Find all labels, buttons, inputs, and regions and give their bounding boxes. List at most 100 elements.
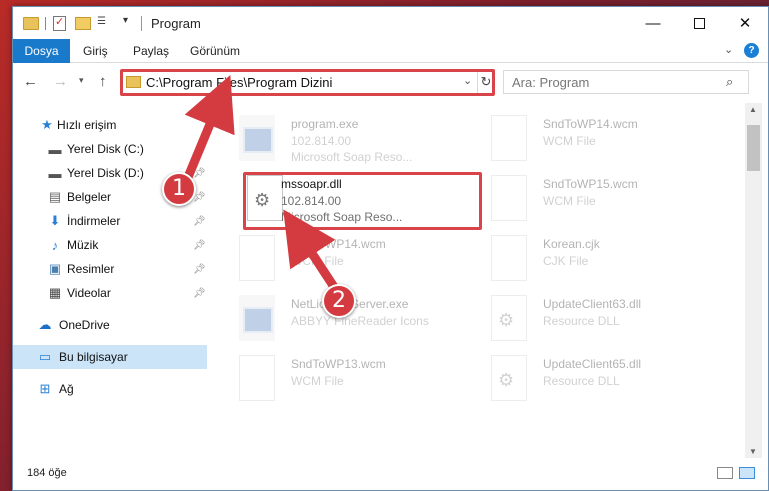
title-bar: ☰ ▾ Program — ✕ [13,7,768,39]
view-icon[interactable]: ☰ [97,16,119,31]
file-type: WCM File [291,254,344,268]
file-type: WCM File [543,134,596,148]
file-version: 102.814.00 [291,134,352,148]
search-icon[interactable]: ⌕ [726,74,733,90]
file-name: Korean.cjk [543,237,600,251]
file-type: Resource DLL [543,374,620,388]
file-name: UpdateClient65.dll [543,357,642,371]
list-item[interactable]: program.exe 102.814.00 Microsoft Soap Re… [229,109,469,169]
close-button[interactable]: ✕ [722,7,768,39]
back-arrow-icon[interactable]: ← [23,73,38,90]
file-name: SndToWP14.wcm [291,237,386,251]
sidebar-item-quick-access[interactable]: ★ Hızlı erişim [13,113,207,137]
sidebar-item-music[interactable]: ♪ Müzik 📌︎ [13,233,207,257]
drive-icon: ▬ [48,141,62,157]
tab-file[interactable]: Dosya [13,39,70,63]
sidebar-item-local-disk-c[interactable]: ▬ Yerel Disk (C:) 📌︎ [13,137,207,161]
sidebar-item-videos[interactable]: ▦ Videolar 📌︎ [13,281,207,305]
file-name: SndToWP15.wcm [543,177,638,191]
star-icon: ★ [41,117,53,132]
file-name: SndToWP13.wcm [291,357,386,371]
customize-toolbar-icon[interactable]: ▾ [123,15,128,26]
scroll-up-icon[interactable]: ▲ [749,105,757,114]
tab-share[interactable]: Paylaş [121,39,181,63]
pin-icon: 📌︎ [193,239,206,251]
list-item[interactable]: UpdateClient65.dll Resource DLL [481,349,721,409]
list-item[interactable]: SndToWP13.wcm WCM File [229,349,469,409]
search-input[interactable]: Ara: Program [512,75,589,90]
navigation-pane: ★ Hızlı erişim ▬ Yerel Disk (C:) 📌︎ ▬ Ye… [13,103,207,458]
forward-arrow-icon[interactable]: → [53,73,68,90]
document-icon [239,235,275,281]
music-icon: ♪ [51,237,59,253]
callout-step-1: 1 [162,172,196,206]
sidebar-item-pictures[interactable]: ▣ Resimler 📌︎ [13,257,207,281]
list-item[interactable]: SndToWP14.wcm WCM File [481,109,721,169]
pin-icon: 📌︎ [193,143,206,155]
folder-icon [23,17,39,30]
tiles-view-icon[interactable] [739,467,755,479]
tab-home[interactable]: Giriş [71,39,120,63]
sidebar-item-network[interactable]: ⊞ Ağ [13,377,207,401]
file-type: CJK File [543,254,589,268]
title-divider [141,16,142,31]
computer-icon: ▭ [38,349,52,364]
file-description: Microsoft Soap Reso... [291,150,413,164]
minimize-icon: — [645,14,661,32]
scroll-down-icon[interactable]: ▼ [749,447,757,456]
document-icon [491,115,527,161]
search-box[interactable]: Ara: Program ⌕ [503,70,749,94]
file-list: program.exe 102.814.00 Microsoft Soap Re… [219,103,746,458]
pin-icon: 📌︎ [193,167,206,179]
recent-locations-icon[interactable]: ▾ [79,75,84,86]
up-arrow-icon[interactable]: ↑ [99,73,107,90]
executable-icon [239,115,275,161]
vertical-scrollbar[interactable]: ▲ ▼ [745,103,762,458]
network-icon: ⊞ [39,381,51,396]
item-count: 184 öğe [27,467,67,479]
list-item[interactable]: UpdateClient63.dll Resource DLL [481,289,721,349]
documents-icon: ▤ [48,189,62,204]
file-type: WCM File [543,194,596,208]
pin-icon: 📌︎ [193,263,206,275]
cloud-icon: ☁ [38,317,52,332]
file-type: ABBYY FineReader Icons [291,314,429,328]
help-icon[interactable]: ? [744,43,759,58]
scrollbar-thumb[interactable] [747,125,760,171]
list-item[interactable]: Korean.cjk CJK File [481,229,721,289]
file-name: program.exe [291,117,359,131]
maximize-button[interactable] [676,7,722,39]
ribbon-tabs: Dosya Giriş Paylaş Görünüm ⌄ ? [13,39,768,63]
list-item[interactable]: SndToWP15.wcm WCM File [481,169,721,229]
executable-icon [239,295,275,341]
document-icon [491,175,527,221]
window-title: Program [151,16,201,31]
minimize-button[interactable]: — [630,7,676,39]
dll-gear-icon [491,295,527,341]
sidebar-item-downloads[interactable]: ⬇ İndirmeler 📌︎ [13,209,207,233]
close-icon: ✕ [738,15,752,32]
document-icon [239,355,275,401]
file-name: UpdateClient63.dll [543,297,642,311]
tab-view[interactable]: Görünüm [178,39,252,63]
sidebar-item-this-pc[interactable]: ▭ Bu bilgisayar [13,345,207,369]
sidebar-item-onedrive[interactable]: ☁ OneDrive [13,313,207,337]
callout-step-2: 2 [322,284,356,318]
status-bar: 184 öğe [13,459,768,490]
properties-icon[interactable] [53,15,66,31]
file-highlight [243,172,482,230]
maximize-icon [693,17,705,29]
file-type: WCM File [291,374,344,388]
file-type: Resource DLL [543,314,620,328]
downloads-icon: ⬇ [49,213,61,228]
pin-icon: 📌︎ [193,215,206,227]
new-folder-icon[interactable] [75,17,91,30]
file-name: SndToWP14.wcm [543,117,638,131]
list-item[interactable]: SndToWP14.wcm WCM File [229,229,469,289]
address-highlight [120,69,495,96]
toolbar-divider [45,17,46,30]
pictures-icon: ▣ [48,261,62,276]
videos-icon: ▦ [48,285,62,300]
expand-ribbon-icon[interactable]: ⌄ [724,43,733,56]
details-view-icon[interactable] [717,467,733,479]
